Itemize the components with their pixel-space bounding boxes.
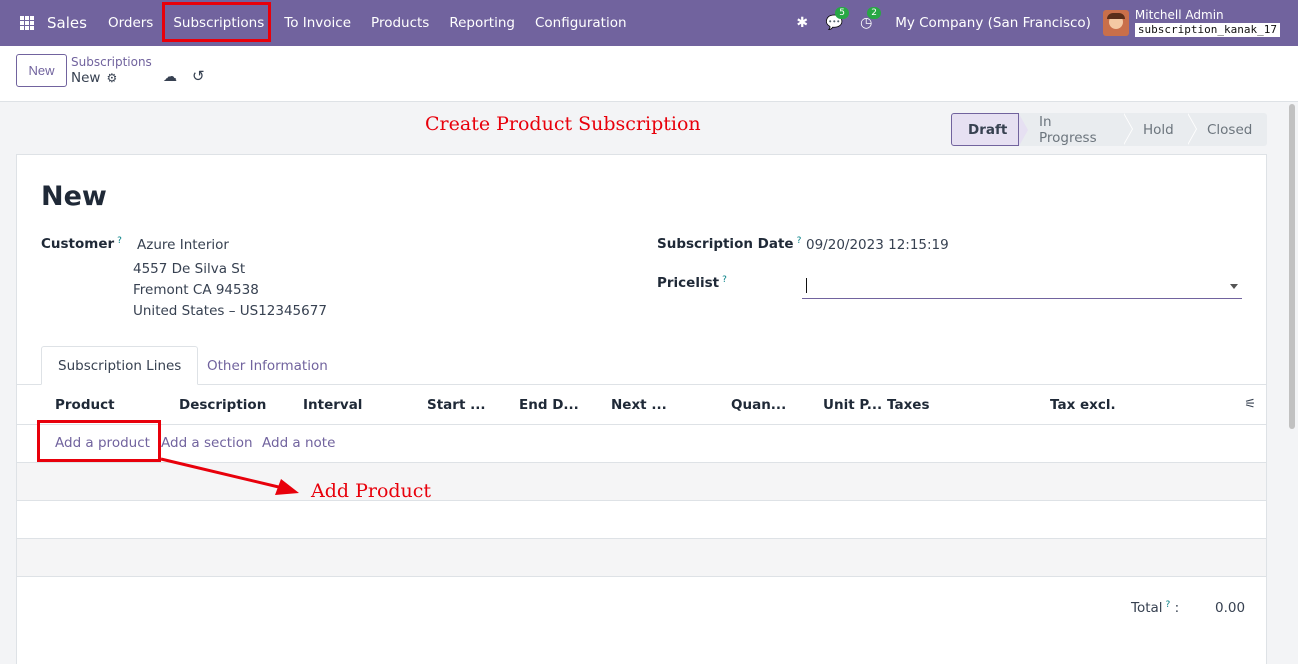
column-header[interactable]: Tax excl. [1050,397,1116,413]
customer-address-line: Fremont CA 94538 [133,282,259,298]
column-header[interactable]: Quan... [731,397,786,413]
column-header[interactable]: End D... [519,397,579,413]
subscription-date-field[interactable]: 09/20/2023 12:15:19 [806,235,949,256]
record-title: New [41,181,107,212]
customer-address: 4557 De Silva St Fremont CA 94538 United… [133,259,327,322]
menu-products[interactable]: Products [361,0,439,46]
chevron-down-icon[interactable] [1230,284,1238,289]
user-menu[interactable]: Mitchell Admin subscription_kanak_17 [1134,8,1280,37]
menu-to-invoice[interactable]: To Invoice [274,0,361,46]
gear-icon[interactable]: ⚙ [106,71,117,85]
pricelist-label: Pricelist? [657,275,727,291]
table-row [17,501,1266,539]
menu-reporting[interactable]: Reporting [439,0,525,46]
menu-orders[interactable]: Orders [98,0,163,46]
total-label-text: Total [1131,600,1163,616]
scrollbar-thumb[interactable] [1289,104,1295,429]
breadcrumb-current: New ⚙ [71,70,117,86]
save-cloud-icon[interactable]: ☁ [163,69,177,85]
tab-subscription-lines[interactable]: Subscription Lines [41,346,199,385]
customer-label-text: Customer [41,236,115,252]
activity-badge: 2 [867,7,881,19]
customer-field[interactable]: Azure Interior [137,235,229,256]
stage-arrow [1123,113,1132,145]
annotation-arrow-icon [160,457,299,495]
stage-closed-label: Closed [1207,121,1253,138]
notebook-tabs: Subscription Lines Other Information [17,346,1266,385]
stage-closed[interactable]: Closed [1187,113,1267,146]
stage-arrow [1019,114,1028,146]
messages-icon[interactable]: 💬 5 [825,7,849,32]
stage-draft[interactable]: Draft [951,113,1028,146]
subscription-date-label: Subscription Date? [657,236,801,252]
pricelist-input[interactable] [802,274,1242,299]
stage-draft-label: Draft [968,121,1008,138]
column-header[interactable]: Product [55,397,115,413]
company-switcher[interactable]: My Company (San Francisco) [895,15,1091,31]
debug-bug-icon[interactable]: ✱ [793,14,811,32]
stage-hold-label: Hold [1143,121,1174,138]
navbar-systray: ✱ 💬 5 ◷ 2 My Company (San Francisco) Mitch… [793,0,1298,46]
column-header[interactable]: Next ... [611,397,667,413]
table-row [17,539,1266,577]
pricelist-label-text: Pricelist [657,275,720,291]
status-bar: Draft In Progress Hold Closed [951,113,1267,146]
user-avatar[interactable] [1102,10,1129,36]
lines-table-header: Product Description Interval Start ... E… [17,385,1266,425]
activity-clock-icon[interactable]: ◷ 2 [857,7,881,32]
column-header[interactable]: Start ... [427,397,485,413]
total-help-icon[interactable]: ? [1166,600,1171,610]
form-sheet: New Customer? Azure Interior 4557 De Sil… [16,154,1267,664]
app-brand[interactable]: Sales [47,14,87,32]
column-settings-icon[interactable]: ⚟ [1244,397,1256,412]
text-caret [806,278,807,293]
app-menu-icon[interactable] [20,16,34,30]
customer-label: Customer? [41,236,122,252]
control-panel: New Subscriptions New ⚙ ☁ ↺ [0,46,1298,102]
add-section-link[interactable]: Add a section [161,435,253,451]
column-header[interactable]: Interval [303,397,362,413]
menu-configuration[interactable]: Configuration [525,0,637,46]
database-name: subscription_kanak_17 [1134,23,1280,37]
annotation-title: Create Product Subscription [425,113,701,135]
total-label: Total? : [1131,600,1180,616]
stage-in-progress-label: In Progress [1039,113,1097,146]
column-header[interactable]: Taxes [887,397,929,413]
breadcrumb-subscriptions[interactable]: Subscriptions [71,55,152,69]
user-name: Mitchell Admin [1134,8,1224,22]
stage-arrow [1187,113,1196,145]
subscription-date-help-icon[interactable]: ? [797,236,802,246]
customer-address-line: United States – US12345677 [133,303,327,319]
add-note-link[interactable]: Add a note [262,435,335,451]
new-button[interactable]: New [16,54,67,87]
page-scrollbar[interactable] [1286,102,1298,664]
column-header[interactable]: Description [179,397,266,413]
breadcrumb-current-label: New [71,70,101,86]
discard-undo-icon[interactable]: ↺ [192,67,205,85]
highlight-add-product [37,420,161,462]
annotation-add-product: Add Product [311,480,432,502]
subscription-date-label-text: Subscription Date [657,236,794,252]
highlight-subscriptions-menu [162,2,271,42]
pricelist-help-icon[interactable]: ? [722,275,727,285]
total-value: 0.00 [1215,600,1246,616]
column-header[interactable]: Unit P... [823,397,882,413]
customer-address-line: 4557 De Silva St [133,261,246,277]
tab-other-information[interactable]: Other Information [191,346,344,385]
messages-badge: 5 [835,7,849,19]
customer-help-icon[interactable]: ? [117,236,122,246]
stage-in-progress[interactable]: In Progress [1019,113,1133,146]
